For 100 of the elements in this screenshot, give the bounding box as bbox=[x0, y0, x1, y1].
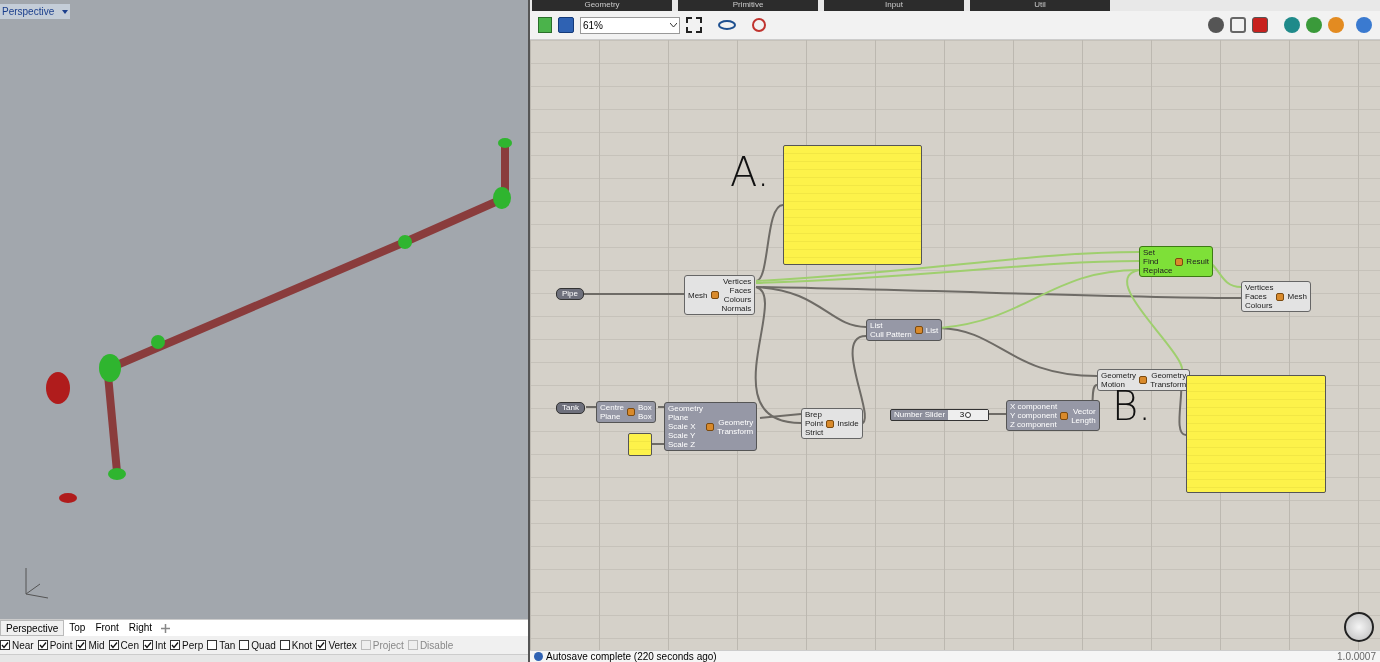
output-label: Geometry bbox=[718, 417, 754, 427]
component-icon bbox=[706, 422, 715, 431]
handwritten-label: A. bbox=[730, 152, 770, 192]
input-label: Colours bbox=[1245, 301, 1274, 310]
input-label: Brep bbox=[805, 410, 823, 419]
input-label: Faces bbox=[1245, 292, 1268, 301]
output-label: Length bbox=[1071, 415, 1096, 425]
input-label: Scale Z bbox=[668, 440, 697, 449]
osnap-checkbox[interactable]: Tan bbox=[207, 637, 236, 653]
osnap-checkbox[interactable]: Knot bbox=[279, 637, 313, 653]
wire bbox=[651, 443, 665, 445]
input-label: Centre bbox=[600, 403, 624, 412]
component-icon bbox=[1139, 376, 1148, 384]
osnap-checkbox[interactable]: Quad bbox=[239, 637, 276, 653]
wireframe-icon[interactable] bbox=[1230, 17, 1246, 33]
output-label: Faces bbox=[729, 286, 752, 295]
component-icon bbox=[1276, 292, 1285, 301]
osnap-checkbox[interactable]: Vertex bbox=[316, 637, 357, 653]
input-label: Z component bbox=[1010, 420, 1058, 429]
ribbon-tab[interactable]: Input bbox=[824, 0, 964, 11]
slider-label: Number Slider bbox=[893, 409, 947, 421]
input-label: Y component bbox=[1010, 411, 1058, 420]
input-label: Plane bbox=[600, 412, 622, 421]
output-label: Transform bbox=[717, 426, 754, 436]
output-label: Inside bbox=[837, 419, 859, 428]
shaded-icon[interactable] bbox=[1252, 17, 1268, 33]
component-node[interactable]: Set Find Replace Result bbox=[1139, 246, 1214, 277]
slider-thumb[interactable] bbox=[965, 412, 972, 418]
output-label: Mesh bbox=[1287, 292, 1308, 301]
viewport-tab[interactable]: Front bbox=[90, 620, 124, 636]
checkmark-icon bbox=[38, 641, 47, 649]
viewport-tab[interactable]: Top bbox=[64, 620, 91, 636]
input-label: Set bbox=[1143, 248, 1156, 257]
output-label: Result bbox=[1186, 257, 1210, 266]
checkmark-icon bbox=[1, 641, 9, 649]
input-label: Mesh bbox=[688, 290, 708, 300]
wire bbox=[585, 406, 597, 408]
slider-value: 3 bbox=[959, 410, 965, 420]
output-label: List bbox=[925, 325, 939, 335]
viewport-tab[interactable]: Perspective bbox=[0, 620, 65, 636]
panel-node[interactable] bbox=[1186, 375, 1326, 493]
input-label: List bbox=[870, 321, 884, 330]
component-icon bbox=[1060, 411, 1069, 420]
osnap-checkbox[interactable]: Near bbox=[0, 637, 34, 653]
component-icon bbox=[1175, 257, 1184, 266]
preview-icon[interactable] bbox=[1208, 17, 1224, 33]
info-icon bbox=[534, 652, 543, 661]
component-node[interactable]: Geometry Motion Geometry Transform bbox=[1097, 369, 1191, 391]
input-label: Scale Y bbox=[668, 431, 697, 440]
osnap-checkbox[interactable]: Int bbox=[142, 637, 167, 653]
output-label: Vertices bbox=[722, 277, 752, 286]
output-label: Transform bbox=[1150, 380, 1187, 389]
number-slider[interactable]: Number Slider 3 bbox=[890, 409, 990, 421]
component-icon bbox=[627, 408, 635, 416]
output-label: Geometry bbox=[1151, 371, 1187, 380]
checkmark-icon bbox=[143, 641, 152, 649]
input-label: Strict bbox=[805, 428, 824, 437]
osnap-checkbox[interactable]: Point bbox=[37, 637, 73, 653]
viewport-tab[interactable]: Right bbox=[123, 620, 158, 636]
add-tab-icon[interactable] bbox=[161, 623, 171, 633]
component-icon bbox=[914, 326, 923, 334]
status-message: Autosave complete (220 seconds ago) bbox=[546, 651, 717, 662]
input-label: Vertices bbox=[1245, 283, 1274, 292]
parameter-node[interactable]: Pipe bbox=[556, 288, 584, 300]
component-node[interactable]: Vertices Faces Colours Mesh bbox=[1241, 281, 1312, 312]
zoom-extents-icon[interactable] bbox=[686, 17, 702, 33]
output-label: Box bbox=[638, 412, 652, 421]
version-label: 1.0.0007 bbox=[1337, 651, 1376, 662]
osnap-checkbox[interactable]: Perp bbox=[170, 637, 204, 653]
panel-node[interactable] bbox=[783, 145, 922, 265]
input-label: Scale X bbox=[668, 422, 697, 431]
osnap-checkbox[interactable]: Cen bbox=[108, 637, 139, 653]
osnap-checkbox[interactable]: Mid bbox=[76, 637, 105, 653]
component-icon bbox=[710, 291, 719, 299]
checkmark-icon bbox=[171, 641, 180, 649]
input-label: Geometry bbox=[668, 404, 704, 413]
parameter-node[interactable]: Tank bbox=[556, 402, 585, 414]
ribbon-tab[interactable]: Util bbox=[970, 0, 1110, 11]
output-label: Normals bbox=[721, 304, 752, 313]
dropdown-caret-icon[interactable] bbox=[62, 9, 69, 14]
component-node[interactable]: Mesh Vertices Faces Colours Normals bbox=[684, 275, 756, 315]
checkmark-icon bbox=[77, 641, 86, 649]
input-label: Geometry bbox=[1101, 371, 1137, 380]
checkmark-icon bbox=[109, 641, 118, 649]
component-node[interactable]: Brep Point Strict Inside bbox=[801, 408, 863, 439]
input-label: Find bbox=[1143, 257, 1160, 266]
component-icon bbox=[826, 419, 835, 428]
input-label: Motion bbox=[1101, 380, 1126, 389]
input-label: Cull Pattern bbox=[870, 330, 912, 339]
panel-node[interactable] bbox=[628, 433, 652, 456]
input-label: Point bbox=[805, 419, 824, 428]
wire bbox=[657, 406, 665, 408]
input-label: Plane bbox=[668, 413, 690, 422]
ribbon-tab[interactable]: Primitive bbox=[678, 0, 818, 11]
input-label: Replace bbox=[1143, 266, 1173, 275]
dropdown-caret-icon[interactable] bbox=[670, 23, 677, 27]
output-label: Vector bbox=[1072, 406, 1096, 416]
ribbon-tab[interactable]: Geometry bbox=[532, 0, 672, 11]
output-label: Colours bbox=[723, 295, 752, 304]
zoom-dropdown[interactable]: 61% bbox=[580, 16, 680, 34]
